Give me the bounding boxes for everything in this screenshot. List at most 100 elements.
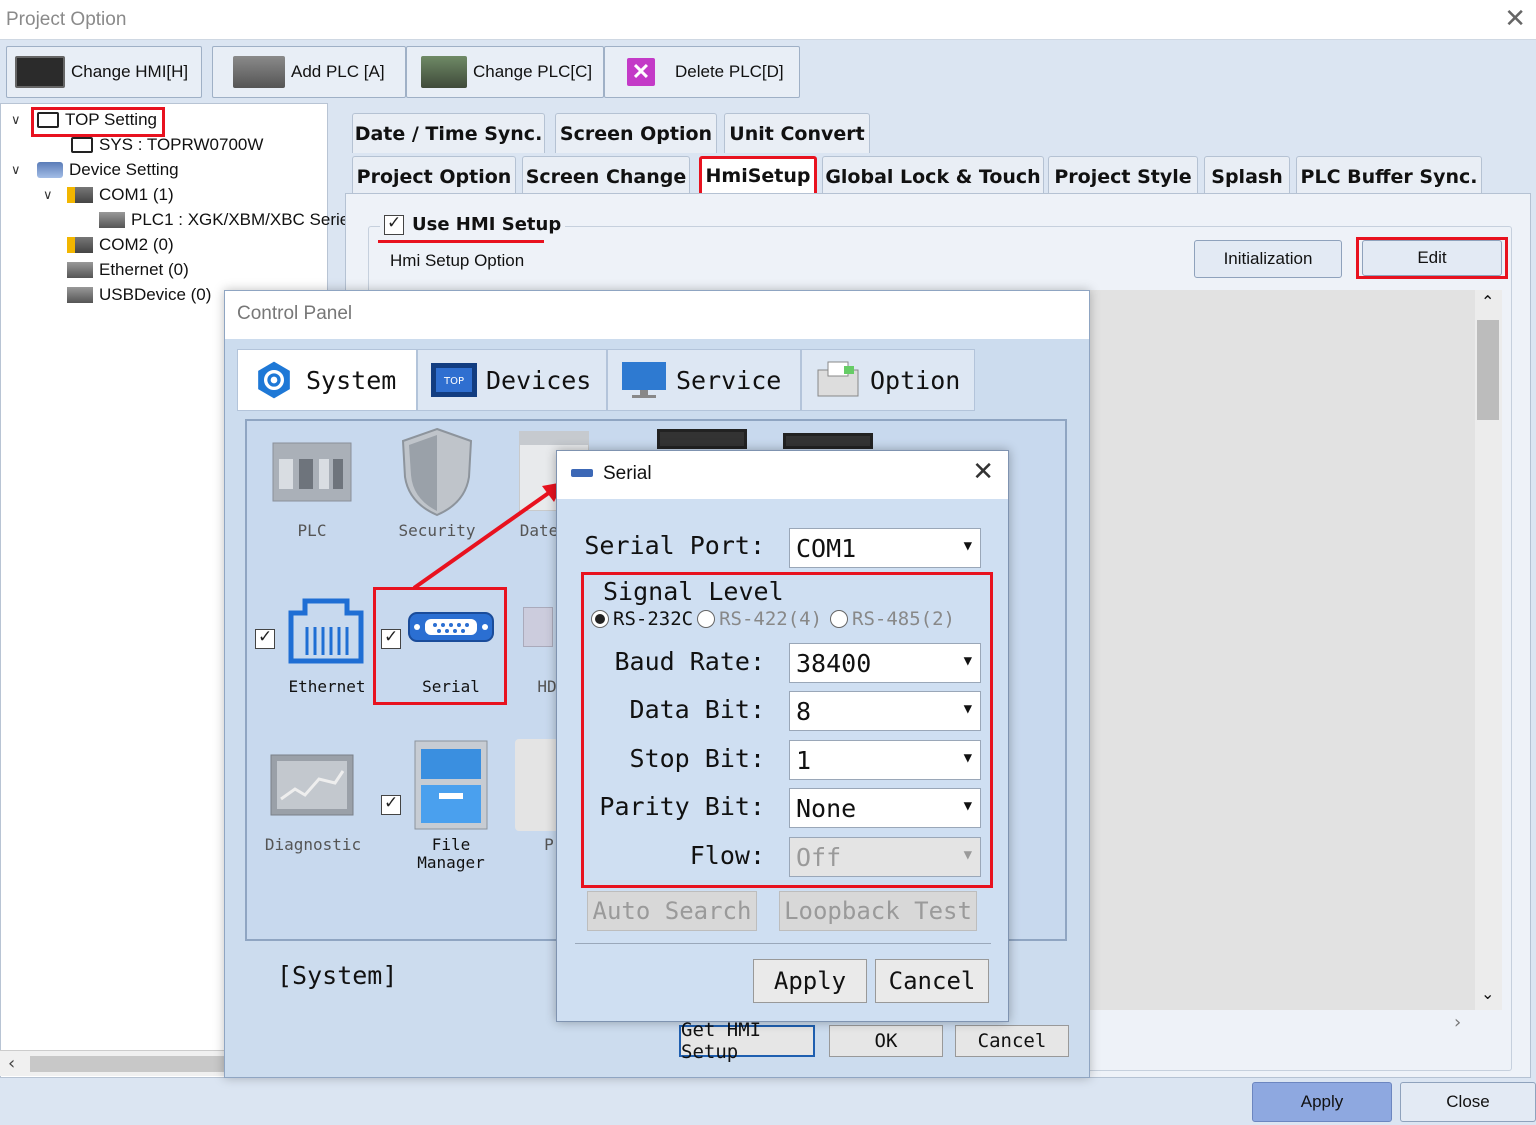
serial-port-select[interactable]: COM1 ▼: [789, 528, 981, 568]
tab-system[interactable]: System: [237, 349, 417, 411]
apply-button[interactable]: Apply: [1252, 1082, 1392, 1122]
serial-highlight: [373, 587, 507, 705]
tab-plc-buffer-sync[interactable]: PLC Buffer Sync.: [1296, 156, 1482, 196]
tab-service[interactable]: Service: [607, 349, 801, 411]
file-manager-checkbox[interactable]: [381, 793, 401, 815]
rs485-radio[interactable]: [830, 610, 849, 628]
tree-item-ethernet[interactable]: Ethernet (0): [67, 260, 189, 280]
serial-port-value: COM1: [796, 533, 857, 563]
service-icon: [622, 362, 666, 398]
control-panel-title: Control Panel: [237, 303, 353, 324]
rs232c-radio[interactable]: [591, 610, 609, 628]
stop-bit-select[interactable]: 1 ▼: [789, 740, 981, 780]
tree-item-sys[interactable]: SYS : TOPRW0700W: [71, 135, 263, 155]
scroll-thumb[interactable]: [1477, 320, 1499, 420]
tab-label: Devices: [486, 365, 592, 395]
title-bar: Project Option ✕: [0, 0, 1536, 40]
change-plc-button[interactable]: Change PLC[C]: [406, 46, 604, 98]
flow-select[interactable]: Off ▼: [789, 837, 981, 877]
printer-icon[interactable]: [515, 739, 559, 831]
monitor-icon: [37, 112, 59, 128]
tab-global-lock-touch[interactable]: Global Lock & Touch: [822, 156, 1044, 196]
parity-bit-select[interactable]: None ▼: [789, 788, 981, 828]
chevron-down-icon[interactable]: ∨: [11, 162, 27, 178]
use-hmi-setup-checkbox[interactable]: Use HMI Setup: [380, 213, 566, 235]
stop-bit-label: Stop Bit:: [629, 744, 765, 773]
svg-text:TOP: TOP: [443, 376, 464, 387]
tab-project-style[interactable]: Project Style: [1048, 156, 1198, 196]
baud-rate-select[interactable]: 38400 ▼: [789, 643, 981, 683]
tab-option[interactable]: Option: [801, 349, 975, 411]
rs422-radio[interactable]: [697, 610, 716, 628]
scroll-down-icon[interactable]: ⌄: [1481, 984, 1494, 1003]
close-button[interactable]: Close: [1400, 1082, 1536, 1122]
ethernet-checkbox[interactable]: [255, 627, 275, 649]
serial-apply-button[interactable]: Apply: [753, 959, 867, 1003]
data-bit-label: Data Bit:: [629, 695, 765, 724]
diagnostic-icon[interactable]: [269, 753, 355, 817]
tree-item-usb[interactable]: USBDevice (0): [67, 285, 211, 305]
initialization-button[interactable]: Initialization: [1194, 240, 1342, 278]
tree-item-top-setting[interactable]: ∨ TOP Setting: [11, 110, 157, 130]
cancel-button[interactable]: Cancel: [955, 1025, 1069, 1057]
tree-item-device-setting[interactable]: ∨ Device Setting: [11, 160, 179, 180]
scroll-right-icon[interactable]: ›: [1454, 1012, 1461, 1033]
data-bit-select[interactable]: 8 ▼: [789, 691, 981, 731]
checkbox[interactable]: [384, 213, 404, 235]
baud-rate-label: Baud Rate:: [614, 647, 765, 676]
change-hmi-button[interactable]: Change HMI[H]: [6, 46, 202, 98]
ok-button[interactable]: OK: [829, 1025, 943, 1057]
chevron-down-icon[interactable]: ∨: [43, 187, 59, 203]
ethernet-icon[interactable]: [287, 593, 365, 665]
auto-search-button[interactable]: Auto Search: [587, 891, 757, 931]
tree-label: TOP Setting: [65, 110, 157, 129]
tree-item-plc1[interactable]: PLC1 : XGK/XBM/XBC Serie: [99, 210, 349, 230]
get-hmi-setup-button[interactable]: Get HMI Setup: [679, 1019, 815, 1063]
tab-screen-change[interactable]: Screen Change: [522, 156, 690, 196]
delete-icon: ✕: [627, 58, 655, 86]
tab-screen-option[interactable]: Screen Option: [555, 113, 717, 153]
tree-item-com2[interactable]: COM2 (0): [67, 235, 174, 255]
scroll-thumb[interactable]: [30, 1056, 230, 1072]
add-plc-button[interactable]: Add PLC [A]: [212, 46, 406, 98]
hmi-setup-option-label: Hmi Setup Option: [390, 251, 525, 270]
flow-label: Flow:: [689, 841, 765, 870]
tab-hmisetup[interactable]: HmiSetup: [699, 156, 817, 196]
scroll-up-icon[interactable]: ⌃: [1481, 292, 1494, 311]
plc-label: PLC: [297, 521, 327, 540]
plc-icon[interactable]: [269, 439, 355, 505]
close-icon[interactable]: ✕: [1504, 4, 1526, 34]
monitor-icon[interactable]: [657, 429, 747, 449]
top-device-icon: TOP: [431, 363, 477, 397]
control-panel-titlebar: Control Panel: [225, 291, 1089, 339]
rs485-label: RS-485(2): [852, 608, 955, 630]
delete-plc-label: Delete PLC[D]: [675, 62, 784, 81]
gear-icon: [258, 361, 290, 399]
tab-unit-convert[interactable]: Unit Convert: [724, 113, 870, 153]
delete-plc-button[interactable]: ✕ Delete PLC[D]: [604, 46, 800, 98]
close-icon[interactable]: ✕: [972, 457, 994, 487]
dropdown-arrow-icon: ▼: [963, 653, 972, 669]
chevron-down-icon[interactable]: ∨: [11, 112, 27, 128]
tree-label: COM2 (0): [99, 235, 174, 254]
plc-icon: [99, 212, 125, 228]
tree-label: Device Setting: [69, 160, 179, 179]
scroll-left-icon[interactable]: ‹: [8, 1053, 15, 1074]
tab-label: Service: [676, 365, 782, 395]
vertical-scrollbar[interactable]: ⌃ ⌄: [1475, 290, 1502, 1010]
monitor-icon[interactable]: [783, 433, 873, 449]
tab-splash[interactable]: Splash: [1204, 156, 1290, 196]
change-hmi-label: Change HMI[H]: [71, 62, 189, 81]
file-manager-icon[interactable]: [411, 739, 491, 831]
tab-date-time-sync[interactable]: Date / Time Sync.: [352, 113, 545, 153]
serial-port-icon: [67, 237, 93, 253]
tab-project-option[interactable]: Project Option: [352, 156, 516, 196]
tab-devices[interactable]: TOP Devices: [417, 349, 607, 411]
ethernet-icon: [67, 262, 93, 278]
serial-cancel-button[interactable]: Cancel: [875, 959, 989, 1003]
hdmi-icon[interactable]: [523, 607, 553, 647]
loopback-test-button[interactable]: Loopback Test: [779, 891, 977, 931]
data-bit-value: 8: [796, 696, 812, 726]
tree-item-com1[interactable]: ∨ COM1 (1): [43, 185, 174, 205]
section-label: [System]: [277, 961, 398, 990]
